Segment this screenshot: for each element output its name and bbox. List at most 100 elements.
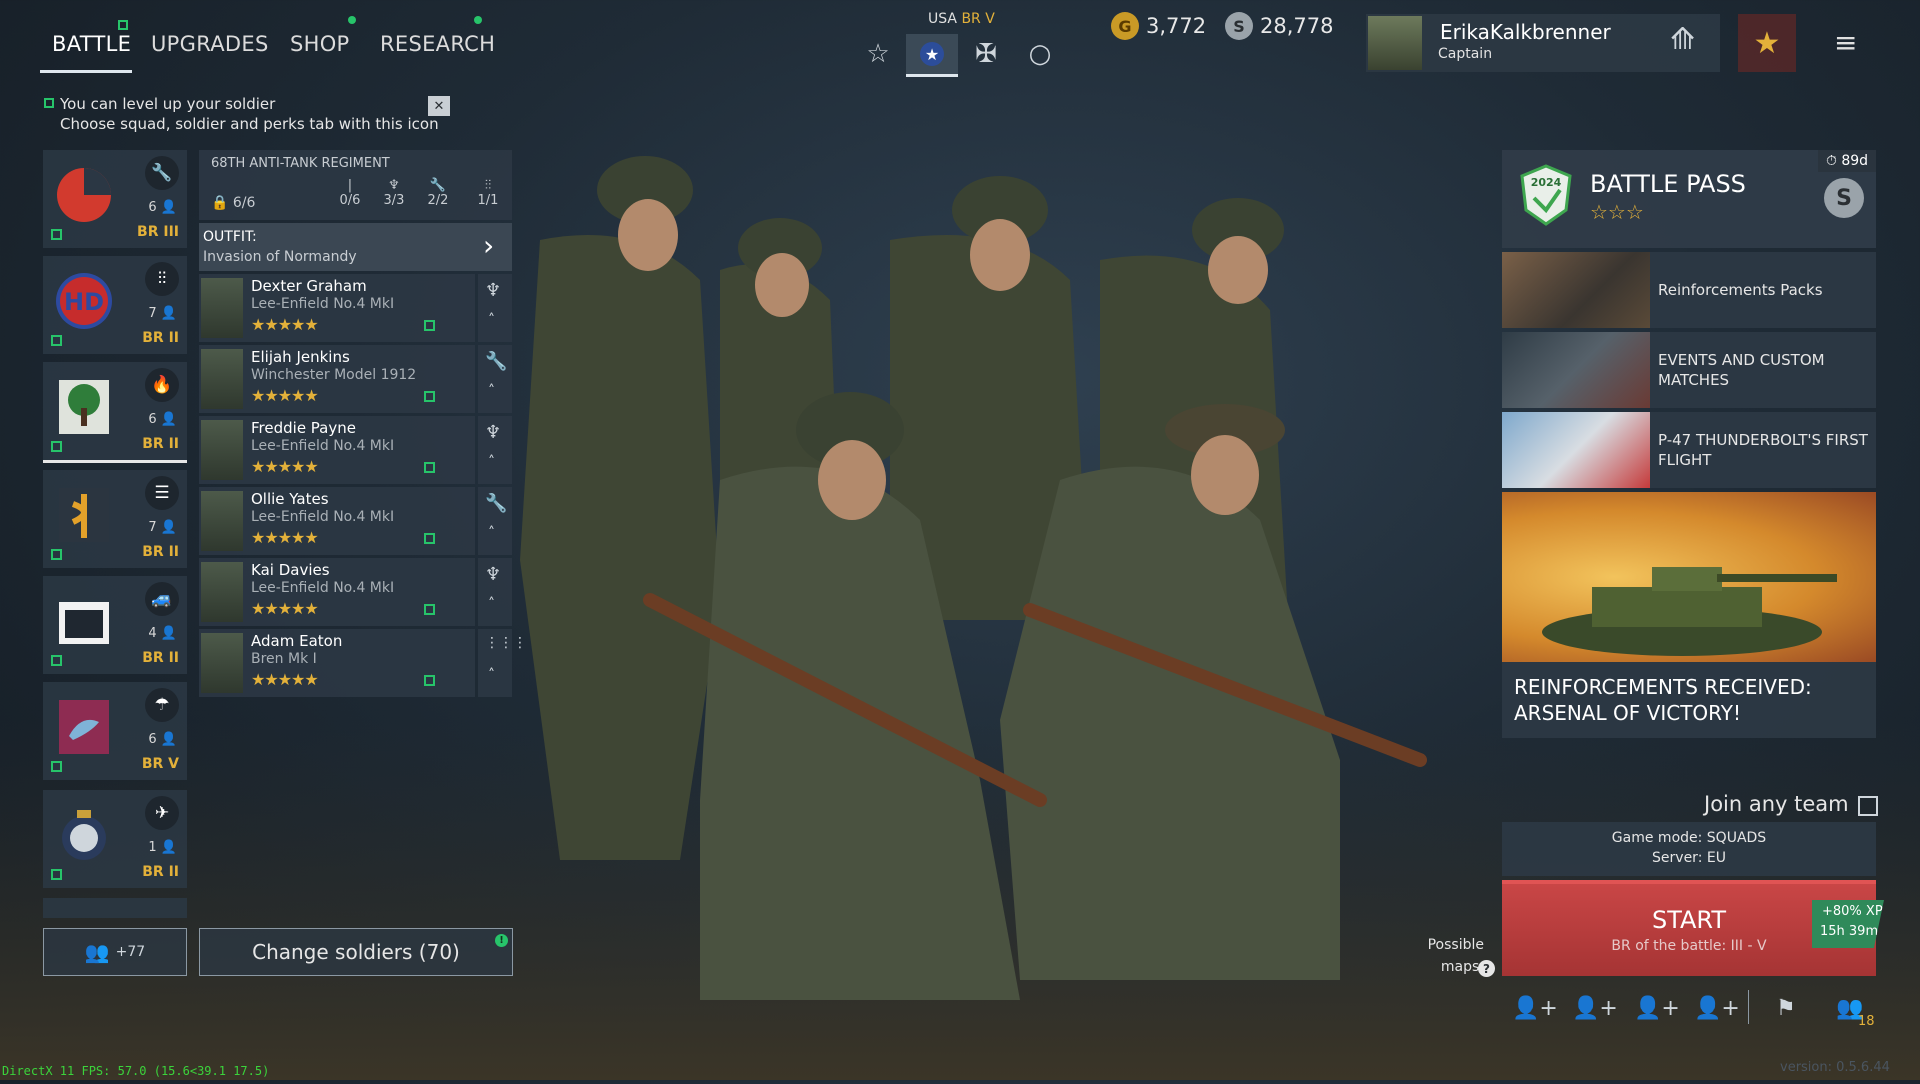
offer-label: EVENTS AND CUSTOM MATCHES — [1658, 351, 1825, 389]
squad-emblem-axe — [51, 482, 117, 548]
soldier-stars: ★★★★★ — [251, 457, 319, 476]
soldier-name: Elijah Jenkins — [251, 348, 350, 366]
squad-card-4[interactable]: ☰ 7 👤 BR II — [43, 470, 187, 568]
svg-text:HD: HD — [64, 288, 104, 316]
squad-card-1[interactable]: 🔧 6 👤 BR III — [43, 150, 187, 248]
gold-amount: 3,772 — [1146, 14, 1207, 38]
soldier-row[interactable]: Freddie Payne Lee-Enfield No.4 MkI ★★★★★ — [199, 416, 475, 484]
soldier-portrait — [201, 562, 243, 622]
squad-levelup-badge — [51, 655, 62, 666]
squad-soldier-count: 7 👤 — [148, 520, 177, 535]
soldier-name: Dexter Graham — [251, 277, 367, 295]
medal-icon: ★ — [1753, 25, 1781, 61]
promo-arsenal-of-victory[interactable]: REINFORCEMENTS RECEIVED: ARSENAL OF VICT… — [1502, 492, 1876, 738]
army-select-germany[interactable]: ✠ — [960, 34, 1012, 74]
soldier-class-column[interactable]: ♆ ˄ — [478, 416, 512, 484]
outfit-label: OUTFIT: — [203, 229, 257, 245]
soldier-row[interactable]: Elijah Jenkins Winchester Model 1912 ★★★… — [199, 345, 475, 413]
invite-friend-icon[interactable]: 👤+ — [1512, 996, 1558, 1021]
tab-shop[interactable]: SHOP — [290, 32, 350, 56]
wrench-icon: 🔧 — [485, 351, 508, 372]
soldier-stars: ★★★★★ — [251, 599, 319, 618]
squad-card-3[interactable]: 🔥 6 👤 BR II — [43, 362, 187, 463]
regiment-header: 68TH ANTI-TANK REGIMENT 🔒 6/6 | 0/6 ♆ 3/3 … — [199, 150, 512, 220]
soldier-levelup-badge — [424, 391, 435, 402]
invite-friend-icon[interactable]: 👤+ — [1634, 996, 1680, 1021]
squad-soldier-count: 4 👤 — [148, 626, 177, 641]
chevron-up-icon: ˄ — [488, 383, 495, 399]
soldier-row[interactable]: Dexter Graham Lee-Enfield No.4 MkI ★★★★★ — [199, 274, 475, 342]
tab-research[interactable]: RESEARCH — [380, 32, 495, 56]
squad-card-7[interactable]: ✈ 1 👤 BR II — [43, 790, 187, 888]
squad-emblem-hd: HD — [51, 268, 117, 334]
shop-notification-dot — [348, 16, 356, 24]
chevron-up-icon: ˄ — [488, 596, 495, 612]
player-card[interactable]: ErikaKalkbrenner Captain ⟰ — [1366, 14, 1720, 72]
soldier-stars: ★★★★★ — [251, 670, 319, 689]
soldier-portrait — [201, 278, 243, 338]
manage-squads-button[interactable]: 👥 +77 — [43, 928, 187, 976]
battle-pass-title: BATTLE PASS — [1590, 170, 1746, 198]
soldier-class-column[interactable]: ⋮⋮⋮ ˄ — [478, 629, 527, 697]
tab-upgrades[interactable]: UPGRADES — [151, 32, 269, 56]
offer-thumbnail — [1502, 252, 1650, 328]
regiment-name: 68TH ANTI-TANK REGIMENT — [211, 156, 390, 171]
squad-emblem-pegasus — [51, 694, 117, 760]
offer-label: P-47 THUNDERBOLT'S FIRST FLIGHT — [1658, 431, 1868, 469]
menu-icon[interactable]: ≡ — [1834, 26, 1857, 59]
squad-soldier-count: 6 👤 — [148, 200, 177, 215]
battle-pass-timer: ⏱ 89d — [1818, 150, 1876, 172]
offer-label: Reinforcements Packs — [1658, 281, 1823, 299]
soldier-row[interactable]: Adam Eaton Bren Mk I ★★★★★ — [199, 629, 475, 697]
squad-emblem-red-circle — [51, 162, 117, 228]
soldier-row[interactable]: Kai Davies Lee-Enfield No.4 MkI ★★★★★ — [199, 558, 475, 626]
game-mode-panel[interactable]: Game mode: SQUADS Server: EU — [1502, 822, 1876, 876]
invite-friend-icon[interactable]: 👤+ — [1572, 996, 1618, 1021]
soldier-row[interactable]: Ollie Yates Lee-Enfield No.4 MkI ★★★★★ — [199, 487, 475, 555]
offer-p47-first-flight[interactable]: P-47 THUNDERBOLT'S FIRST FLIGHT — [1502, 412, 1876, 488]
soldier-class-column[interactable]: 🔧 ˄ — [478, 487, 512, 555]
player-rank: Captain — [1438, 46, 1493, 62]
soldier-class-column[interactable]: 🔧 ˄ — [478, 345, 512, 413]
squad-levelup-badge — [51, 549, 62, 560]
hint-close-button[interactable]: ✕ — [428, 96, 450, 116]
squad-card-partial[interactable] — [43, 898, 187, 918]
squad-card-5[interactable]: 🚙 4 👤 BR II — [43, 576, 187, 674]
possible-maps-label: Possible maps: — [1427, 937, 1484, 975]
xp-boost-value: +80% XP — [1822, 904, 1883, 919]
battle-pass-card[interactable]: 2024 BATTLE PASS ☆☆☆ ⏱ 89d S — [1502, 150, 1876, 248]
profile-medal-button[interactable]: ★ — [1738, 14, 1796, 72]
stat-gunners: ⫶⫶ 1/1 — [477, 178, 499, 208]
invite-friend-icon[interactable]: 👤+ — [1694, 996, 1740, 1021]
question-icon[interactable]: ? — [1478, 960, 1495, 977]
squad-emblem-raf — [51, 802, 117, 868]
wrench-icon: 🔧 — [485, 493, 508, 514]
join-any-team-checkbox[interactable] — [1858, 796, 1878, 816]
flag-icon[interactable]: ⚑ — [1776, 996, 1796, 1021]
army-select-usa[interactable]: ★ — [906, 34, 958, 77]
xp-boost-badge[interactable]: +80% XP 15h 39m — [1812, 900, 1884, 948]
soldier-class-column[interactable]: ♆ ˄ — [478, 274, 512, 342]
soldier-class-column[interactable]: ♆ ˄ — [478, 558, 512, 626]
squad-card-6[interactable]: ☂ 6 👤 BR V — [43, 682, 187, 780]
hint-line-2: Choose squad, soldier and perks tab with… — [60, 115, 439, 133]
squad-levelup-badge — [51, 761, 62, 772]
squad-card-2[interactable]: HD ⫶⫶ 7 👤 BR II — [43, 256, 187, 354]
army-select-japan[interactable]: ○ — [1014, 34, 1066, 74]
squad-br: BR V — [141, 756, 179, 772]
research-notification-dot — [474, 16, 482, 24]
army-select-allied-1[interactable]: ☆ — [852, 34, 904, 74]
soldier-weapon: Winchester Model 1912 — [251, 367, 417, 383]
outfit-row[interactable]: OUTFIT: Invasion of Normandy › — [199, 223, 512, 271]
online-friends-count: 18 — [1858, 1014, 1875, 1029]
offer-reinforcements-packs[interactable]: Reinforcements Packs — [1502, 252, 1876, 328]
soldier-name: Freddie Payne — [251, 419, 356, 437]
tab-battle[interactable]: BATTLE — [52, 32, 131, 56]
change-soldiers-button[interactable]: Change soldiers (70) — [199, 928, 513, 976]
version-label: version: 0.5.6.44 — [1780, 1060, 1890, 1075]
planes-icon: ✈ — [145, 796, 179, 830]
offer-events-custom-matches[interactable]: EVENTS AND CUSTOM MATCHES — [1502, 332, 1876, 408]
machine-gunner-class-icon: ⋮⋮⋮ — [485, 635, 527, 651]
soldier-portrait — [201, 349, 243, 409]
soldier-levelup-badge — [424, 604, 435, 615]
